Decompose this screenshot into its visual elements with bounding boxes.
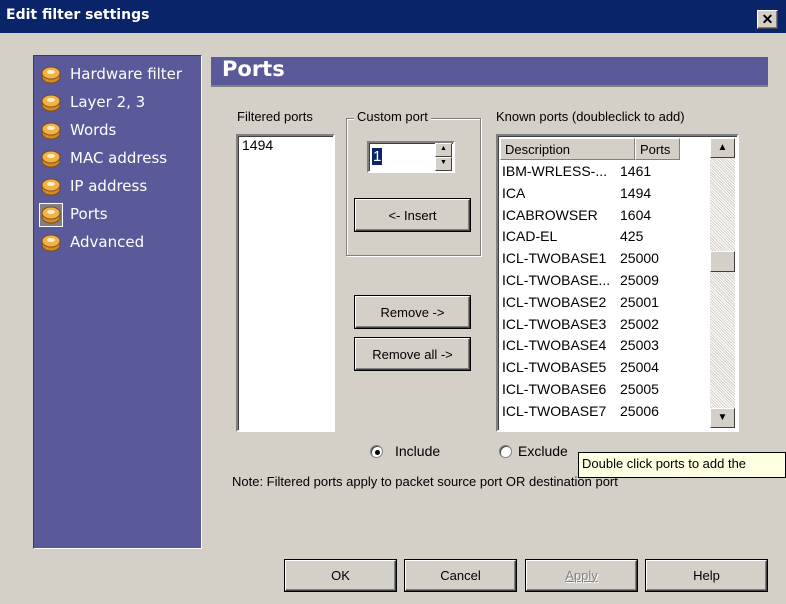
port-description: ICA [502,184,526,201]
list-item[interactable]: 1494 [242,137,273,153]
panel-header [211,57,768,87]
port-description: IBM-WRLESS-... [502,163,608,179]
port-description: ICL-TWOBASE3 [502,315,607,332]
note-text: Note: Filtered ports apply to packet sou… [232,474,618,489]
port-number: 25000 [620,250,659,267]
table-row[interactable]: ICL-TWOBASE2 25001 [500,293,659,312]
filter-icon [40,120,62,142]
sidebar-item[interactable]: Words [36,118,196,144]
table-row[interactable]: ICAD-EL 425 [500,227,643,246]
scroll-thumb[interactable] [710,251,735,272]
table-row[interactable]: ICL-TWOBASE1 25000 [500,249,659,268]
include-radio[interactable] [370,445,383,458]
filter-icon [40,232,62,254]
remove-all-button[interactable]: Remove all -> [355,338,470,370]
arrow-down-icon: ▼ [717,412,728,423]
port-description: ICAD-EL [502,228,558,245]
port-description: ICL-TWOBASE1 [502,250,607,267]
port-number: 25001 [620,293,659,310]
filter-icon [39,203,63,227]
sidebar-item[interactable]: MAC address [36,146,196,172]
insert-button[interactable]: <- Insert [355,199,470,231]
filter-icon [40,148,62,170]
port-number: 1604 [620,206,652,223]
close-button[interactable]: ✕ [757,10,778,29]
vertical-scrollbar[interactable]: ▲ ▼ [710,138,735,428]
table-row[interactable]: ICL-TWOBASE7 25006 [500,402,659,421]
table-row[interactable]: ICL-TWOBASE3 25002 [500,315,659,334]
arrow-up-icon: ▲ [440,145,447,152]
radio-selected-dot [375,450,380,455]
table-row[interactable]: ICL-TWOBASE4 25003 [500,336,659,355]
sidebar-item-label: Ports [70,205,108,223]
table-row[interactable]: ICABROWSER 1604 [500,206,651,225]
scroll-up-button[interactable]: ▲ [710,138,735,158]
port-description: ICL-TWOBASE5 [502,359,607,376]
port-number: 25002 [620,315,659,332]
apply-button[interactable]: Apply [526,560,637,591]
known-ports-rows: IBM-WRLESS-... 1461 ICA 1494 ICABROWSER 1604 I… [500,162,682,426]
known-ports-list[interactable]: Description Ports IBM-WRLESS-... 1461 ICA 1… [496,134,739,432]
sidebar-item[interactable]: Ports [36,202,196,228]
port-description: ICL-TWOBASE6 [502,381,607,397]
filter-icon [40,92,62,114]
sidebar-nav: Hardware filter Layer 2, 3 Words MAC addres… [33,55,202,549]
port-description: ICL-TWOBASE4 [502,337,607,354]
tooltip: Double click ports to add the [578,452,786,478]
port-number: 25009 [620,272,659,288]
filtered-ports-label: Filtered ports [237,109,313,124]
port-number: 1494 [620,184,652,201]
help-button[interactable]: Help [646,560,767,591]
sidebar-item[interactable]: Layer 2, 3 [36,90,196,116]
port-number: 1461 [620,163,652,179]
scroll-down-button[interactable]: ▼ [710,408,735,428]
filter-icon [40,176,62,198]
port-number: 25006 [620,402,659,419]
exclude-radio[interactable] [499,445,512,458]
window-title: Edit filter settings [6,7,150,23]
table-row[interactable]: ICL-TWOBASE6 25005 [500,380,659,399]
table-row[interactable]: ICL-TWOBASE5 25004 [500,358,659,377]
custom-port-group [346,118,481,256]
port-description: ICL-TWOBASE2 [502,293,607,310]
column-header-ports[interactable]: Ports [635,138,680,160]
sidebar-item-label: Words [70,121,117,139]
table-row[interactable]: IBM-WRLESS-... 1461 [500,162,651,181]
spin-down-button[interactable]: ▼ [435,157,452,171]
port-description: ICL-TWOBASE7 [502,402,607,419]
sidebar-item-label: IP address [70,177,148,195]
sidebar-item-label: Advanced [70,233,145,251]
known-ports-label: Known ports (doubleclick to add) [496,109,685,124]
sidebar-item-label: MAC address [70,149,168,167]
remove-button[interactable]: Remove -> [355,296,470,328]
close-icon: ✕ [761,11,774,27]
filtered-ports-list[interactable]: 1494 [236,134,335,432]
ok-button[interactable]: OK [285,560,396,591]
page-title: Ports [222,57,285,81]
arrow-down-icon: ▼ [440,159,447,166]
port-number: 25004 [620,359,659,376]
table-row[interactable]: ICA 1494 [500,184,651,203]
port-number: 25003 [620,337,659,354]
port-number: 25005 [620,381,659,397]
sidebar-item-label: Hardware filter [70,65,183,83]
table-row[interactable]: ICL-TWOBASE... 25009 [500,271,659,290]
sidebar-item[interactable]: Advanced [36,230,196,256]
spin-up-button[interactable]: ▲ [435,143,452,157]
custom-port-label: Custom port [354,109,431,124]
custom-port-value: 1 [372,148,383,165]
port-description: ICL-TWOBASE... [502,272,611,288]
include-label: Include [395,443,441,459]
sidebar-item[interactable]: IP address [36,174,196,200]
sidebar-item[interactable]: Hardware filter [36,62,196,88]
cancel-button[interactable]: Cancel [405,560,516,591]
filter-icon [40,64,62,86]
column-header-description[interactable]: Description [500,138,635,160]
arrow-up-icon: ▲ [717,142,728,153]
sidebar-item-label: Layer 2, 3 [70,93,146,111]
port-description: ICABROWSER [502,206,598,223]
exclude-label: Exclude [518,443,568,459]
port-number: 425 [620,228,644,245]
